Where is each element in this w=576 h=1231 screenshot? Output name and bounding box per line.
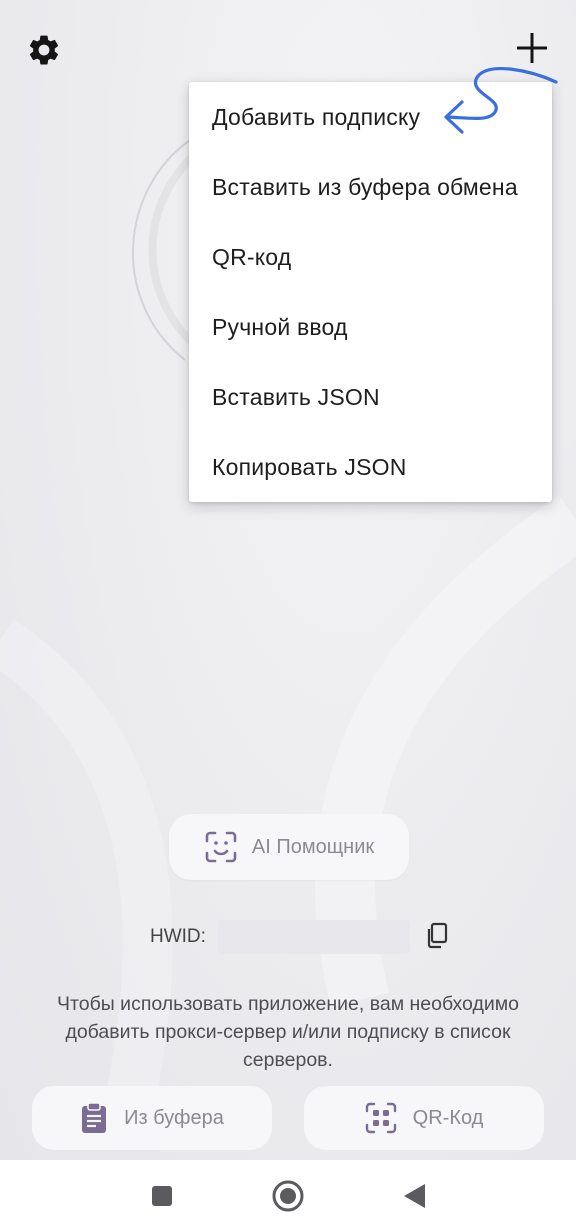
hwid-label: HWID: [150, 926, 206, 947]
add-menu: Добавить подписку Вставить из буфера обм… [189, 82, 552, 502]
recent-apps-button[interactable] [144, 1178, 180, 1214]
back-button[interactable] [396, 1178, 432, 1214]
settings-button[interactable] [22, 28, 66, 72]
menu-item-label: Вставить JSON [212, 383, 380, 410]
menu-item-paste-json[interactable]: Вставить JSON [189, 362, 552, 432]
face-scan-icon [205, 831, 237, 863]
hwid-row: HWID: [150, 918, 450, 956]
from-clipboard-button[interactable]: Из буфера [32, 1086, 272, 1150]
qr-scan-icon [365, 1102, 396, 1134]
menu-item-copy-json[interactable]: Копировать JSON [189, 432, 552, 502]
qr-code-label: QR-Код [412, 1106, 484, 1129]
add-button[interactable] [510, 26, 554, 70]
clipboard-icon [82, 1102, 107, 1133]
menu-item-label: Копировать JSON [212, 453, 407, 480]
menu-item-label: QR-код [212, 243, 292, 270]
from-clipboard-label: Из буфера [124, 1106, 224, 1129]
ai-assistant-label: AI Помощник [251, 835, 375, 858]
hwid-value-redacted [218, 920, 410, 954]
system-navbar [0, 1160, 576, 1231]
menu-item-qr-code[interactable]: QR-код [189, 222, 552, 292]
copy-hwid-button[interactable] [424, 922, 450, 950]
empty-state-hint: Чтобы использовать приложение, вам необх… [57, 993, 519, 1071]
circle-home-icon [272, 1180, 304, 1212]
menu-item-label: Добавить подписку [212, 103, 421, 130]
home-button[interactable] [270, 1178, 306, 1214]
menu-item-paste-clipboard[interactable]: Вставить из буфера обмена [189, 152, 552, 222]
menu-item-label: Ручной ввод [212, 313, 348, 340]
ai-assistant-button[interactable]: AI Помощник [169, 814, 409, 880]
qr-code-button[interactable]: QR-Код [304, 1086, 544, 1150]
menu-item-label: Вставить из буфера обмена [212, 173, 518, 200]
menu-item-add-subscription[interactable]: Добавить подписку [189, 82, 552, 152]
square-icon [152, 1186, 172, 1206]
plus-icon [517, 33, 547, 63]
gear-icon [29, 35, 59, 65]
copy-icon [427, 922, 448, 949]
triangle-back-icon [404, 1184, 425, 1208]
menu-item-manual-entry[interactable]: Ручной ввод [189, 292, 552, 362]
